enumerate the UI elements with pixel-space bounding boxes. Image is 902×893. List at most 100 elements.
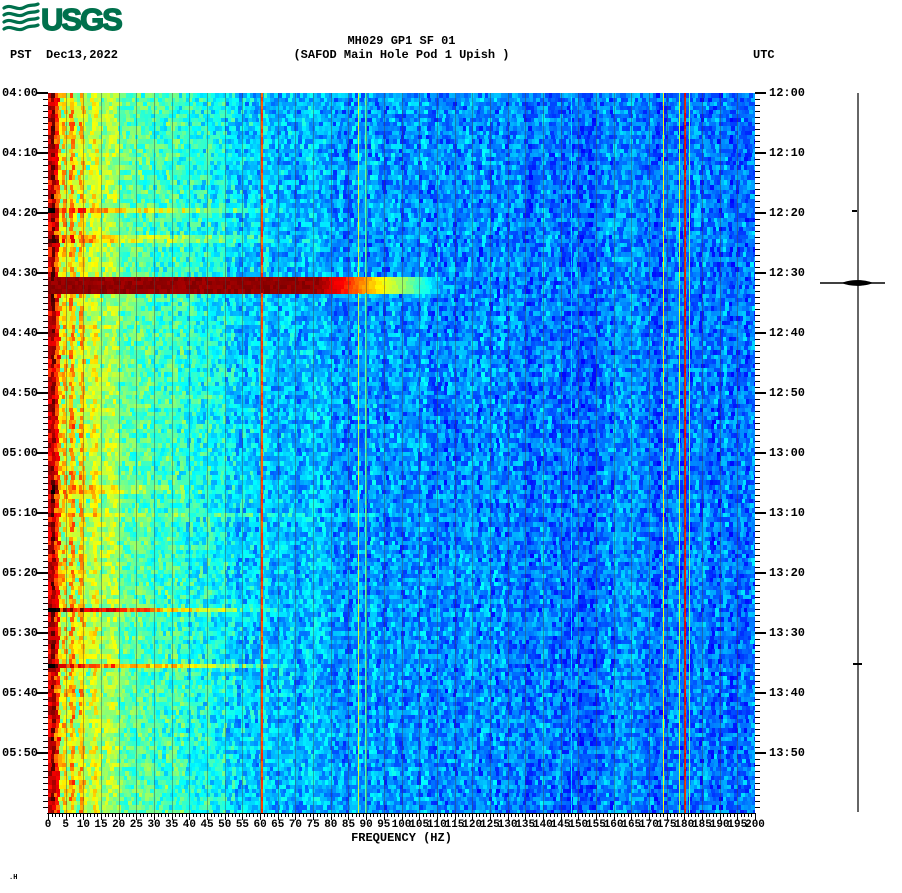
frequency-minor-tick [129,814,131,817]
left-minor-tick [43,489,48,490]
left-minor-tick [43,747,48,748]
right-minor-tick [755,483,760,484]
right-minor-tick [755,621,760,622]
frequency-minor-tick [108,814,110,817]
frequency-minor-tick [394,814,396,817]
frequency-minor-tick [196,814,198,817]
frequency-minor-tick [157,814,159,817]
frequency-tick-label: 20 [112,819,126,831]
frequency-tick-label: 80 [324,819,338,831]
left-minor-tick [43,537,48,538]
left-major-tick [37,752,48,754]
left-major-tick [37,692,48,694]
left-minor-tick [43,579,48,580]
frequency-minor-tick [641,814,643,817]
frequency-minor-tick [178,814,180,817]
frequency-tick-label: 55 [235,819,250,831]
frequency-minor-tick [574,814,576,817]
frequency-tick-label: 70 [288,819,303,831]
left-time-tick-label: 05:00 [2,446,39,460]
right-minor-tick [755,771,760,772]
left-minor-tick [43,765,48,766]
right-major-tick [755,92,766,94]
left-minor-tick [43,321,48,322]
frequency-minor-tick [447,814,449,817]
frequency-minor-tick [320,814,322,817]
left-minor-tick [43,159,48,160]
frequency-minor-tick [663,814,665,817]
left-minor-tick [43,483,48,484]
frequency-minor-tick [680,814,682,817]
frequency-tick-label: 65 [271,819,285,831]
frequency-minor-tick [599,814,601,817]
frequency-minor-tick [564,814,566,817]
frequency-tick-label: 95 [377,819,391,831]
right-minor-tick [755,141,760,142]
left-time-tick-label: 04:00 [2,86,39,100]
frequency-minor-tick [79,814,81,817]
left-minor-tick [43,177,48,178]
left-minor-tick [43,471,48,472]
frequency-minor-tick [412,814,414,817]
frequency-minor-tick [659,814,661,817]
frequency-minor-tick [302,814,304,817]
frequency-minor-tick [344,814,346,817]
left-minor-tick [43,681,48,682]
left-minor-tick [43,297,48,298]
frequency-minor-tick [571,814,573,817]
station-title: MH029 GP1 SF 01 [347,34,456,48]
usgs-logo: USGS [2,1,125,39]
right-minor-tick [755,465,760,466]
left-minor-tick [43,279,48,280]
frequency-minor-tick [440,814,442,817]
frequency-minor-tick [694,814,696,817]
frequency-minor-tick [228,814,230,817]
left-minor-tick [43,477,48,478]
left-minor-tick [43,789,48,790]
frequency-minor-tick [86,814,88,817]
right-minor-tick [755,387,760,388]
frequency-minor-tick [306,814,308,817]
right-minor-tick [755,687,760,688]
frequency-minor-tick [535,814,537,817]
right-time-tick-label: 12:20 [769,206,806,220]
left-minor-tick [43,165,48,166]
frequency-minor-tick [592,814,594,817]
frequency-minor-tick [496,814,498,817]
left-minor-tick [43,189,48,190]
usgs-logo-text: USGS [41,2,122,34]
left-minor-tick [43,597,48,598]
right-minor-tick [755,651,760,652]
right-minor-tick [755,729,760,730]
left-minor-tick [43,261,48,262]
right-minor-tick [755,195,760,196]
right-minor-tick [755,537,760,538]
frequency-minor-tick [705,814,707,817]
right-minor-tick [755,531,760,532]
right-minor-tick [755,279,760,280]
right-minor-tick [755,411,760,412]
right-minor-tick [755,591,760,592]
right-minor-tick [755,171,760,172]
left-minor-tick [43,561,48,562]
right-time-tick-label: 12:30 [769,266,806,280]
frequency-minor-tick [238,814,240,817]
frequency-minor-tick [429,814,431,817]
right-major-tick [755,692,766,694]
right-time-tick-label: 13:40 [769,686,806,700]
right-minor-tick [755,303,760,304]
frequency-minor-tick [256,814,258,817]
frequency-minor-tick [634,814,636,817]
frequency-tick-label: 40 [182,819,196,831]
frequency-minor-tick [677,814,679,817]
left-major-tick [37,152,48,154]
left-time-tick-label: 05:50 [2,746,39,760]
left-minor-tick [43,399,48,400]
left-minor-tick [43,735,48,736]
left-minor-tick [43,105,48,106]
left-minor-tick [43,465,48,466]
frequency-minor-tick [62,814,64,817]
frequency-minor-tick [617,814,619,817]
frequency-minor-tick [673,814,675,817]
frequency-minor-tick [723,814,725,817]
